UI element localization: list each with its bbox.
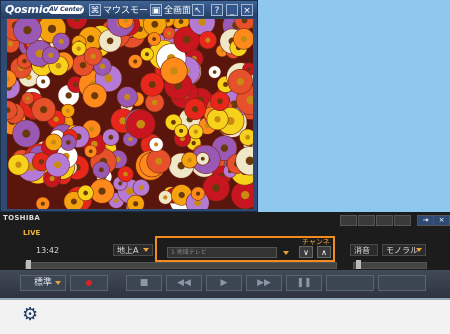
channel-name-field[interactable]: 1 地域テレビ [167,247,277,258]
mouse-mode-button[interactable]: ⌘ マウスモード [89,3,157,16]
rewind-button[interactable]: ◀◀ [166,275,202,291]
resize-arrow-icon: ↖ [192,3,204,16]
swap-button[interactable]: ⇥ [417,215,434,226]
volume-slider[interactable] [353,260,427,269]
minimize-icon: _ [226,3,238,16]
panel-close-button[interactable]: × [433,215,450,226]
fast-forward-icon: ▶▶ [257,278,271,288]
audio-mode-select[interactable]: モノラル [382,244,426,256]
record-icon [86,280,92,286]
clock-time: 13:42 [36,246,60,255]
play-icon: ▶ [220,278,228,288]
record-button[interactable] [70,275,108,291]
minimize-button[interactable]: _ [226,3,238,16]
remote-icon[interactable]: ⚙ [22,304,38,325]
panel-slot-3 [376,215,393,226]
panel-slot-2 [358,215,375,226]
seek-knob[interactable] [26,260,31,269]
app-logo: Qosmio [5,3,50,16]
quality-value: 標準 [33,278,52,288]
close-icon: × [241,3,253,16]
tv-video-display[interactable] [7,19,253,209]
channel-down-button[interactable]: ∨ [299,246,313,258]
play-button[interactable]: ▶ [206,275,242,291]
rewind-icon: ◀◀ [177,278,191,288]
source-select-value: 地上A [117,246,139,255]
audio-mode-value: モノラル [386,246,418,255]
fast-forward-button[interactable]: ▶▶ [246,275,282,291]
close-button[interactable]: × [241,3,253,16]
stop-button[interactable]: ■ [126,275,162,291]
panel-slot-1 [340,215,357,226]
channel-highlight: チャンネル 1 地域テレビ ∨ ∧ [155,236,335,262]
flower-video-frame [7,19,253,209]
fullscreen-icon: ▣ [150,3,162,16]
pause-button[interactable]: ❚❚ [286,275,322,291]
pause-icon: ❚❚ [296,278,312,288]
channel-up-button[interactable]: ∧ [317,246,331,258]
channel-dropdown-icon[interactable] [283,251,289,255]
status-bar: ⚙ [0,298,450,334]
transport-bar: 標準 ■ ◀◀ ▶ ▶▶ ❚❚ [0,270,450,298]
menu-button[interactable] [378,275,426,291]
source-select[interactable]: 地上A [113,244,153,256]
chevron-down-icon [416,248,422,252]
seek-slider[interactable] [25,260,337,269]
brand-label: TOSHIBA [3,214,41,222]
quality-select[interactable]: 標準 [20,275,66,291]
chevron-down-icon [55,281,61,285]
stop-icon: ■ [139,278,149,288]
resize-button[interactable]: ↖ [192,3,204,16]
help-button[interactable]: ? [211,3,223,16]
chevron-down-icon [143,248,149,252]
panel-slot-4 [394,215,411,226]
mouse-mode-icon: ⌘ [89,3,101,16]
video-window: Qosmio AV Center ⌘ マウスモード ▣ 全画面 ↖ ? _ × [0,0,258,212]
live-indicator: LIVE [23,229,41,237]
mouse-mode-label: マウスモード [103,6,158,16]
tv-control-panel: TOSHIBA LIVE ⇥ × 13:42 地上A チャンネル 1 地域テレビ… [0,212,450,334]
status-divider [0,298,450,300]
mute-button[interactable]: 消音 [350,244,378,256]
window-titlebar[interactable]: Qosmio AV Center ⌘ マウスモード ▣ 全画面 ↖ ? _ × [1,1,257,18]
volume-knob[interactable] [356,260,361,269]
fullscreen-button[interactable]: ▣ 全画面 [150,3,191,16]
help-icon: ? [211,3,223,16]
bookmark-button[interactable] [326,275,374,291]
fullscreen-label: 全画面 [164,6,192,16]
app-logo-sub: AV Center [48,5,84,14]
